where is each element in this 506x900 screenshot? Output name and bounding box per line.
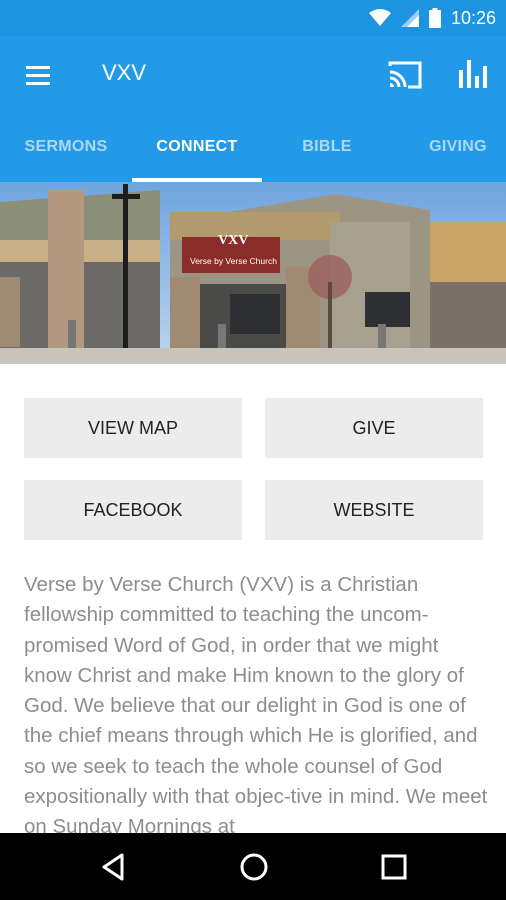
church-building-image: VXV Verse by Verse Church (0, 182, 506, 364)
church-description: Verse by Verse Church (VXV) is a Christi… (24, 573, 488, 839)
home-icon[interactable] (236, 849, 272, 885)
tab-label: CONNECT (156, 138, 238, 155)
tab-sermons[interactable]: SERMONS (0, 112, 132, 182)
back-icon[interactable] (96, 849, 132, 885)
give-button[interactable]: GIVE (265, 398, 483, 458)
facebook-button[interactable]: FACEBOOK (24, 480, 242, 540)
tab-bible[interactable]: BIBLE (262, 112, 392, 182)
menu-icon[interactable] (22, 58, 56, 92)
cast-icon[interactable] (386, 56, 424, 94)
bar-chart-icon[interactable] (456, 56, 490, 94)
status-time: 10:26 (450, 7, 496, 28)
system-nav-bar (0, 833, 506, 900)
tab-label: BIBLE (302, 138, 352, 155)
app-bar: VXV (0, 36, 506, 112)
status-bar: 10:26 (0, 0, 506, 36)
tab-bar: SERMONS CONNECT BIBLE GIVING (0, 112, 506, 182)
recents-icon[interactable] (376, 849, 412, 885)
tab-label: GIVING (429, 138, 487, 155)
view-map-button[interactable]: VIEW MAP (24, 398, 242, 458)
tab-label: SERMONS (24, 138, 108, 155)
signal-icon (400, 9, 419, 27)
sign-logo: VXV (218, 233, 248, 248)
battery-icon (428, 8, 441, 28)
tab-giving[interactable]: GIVING (392, 112, 506, 182)
tab-connect[interactable]: CONNECT (132, 112, 262, 182)
website-button[interactable]: WEBSITE (265, 480, 483, 540)
sign-text: Verse by Verse Church (190, 256, 277, 266)
wifi-icon (368, 9, 391, 27)
app-title: VXV (102, 60, 147, 85)
